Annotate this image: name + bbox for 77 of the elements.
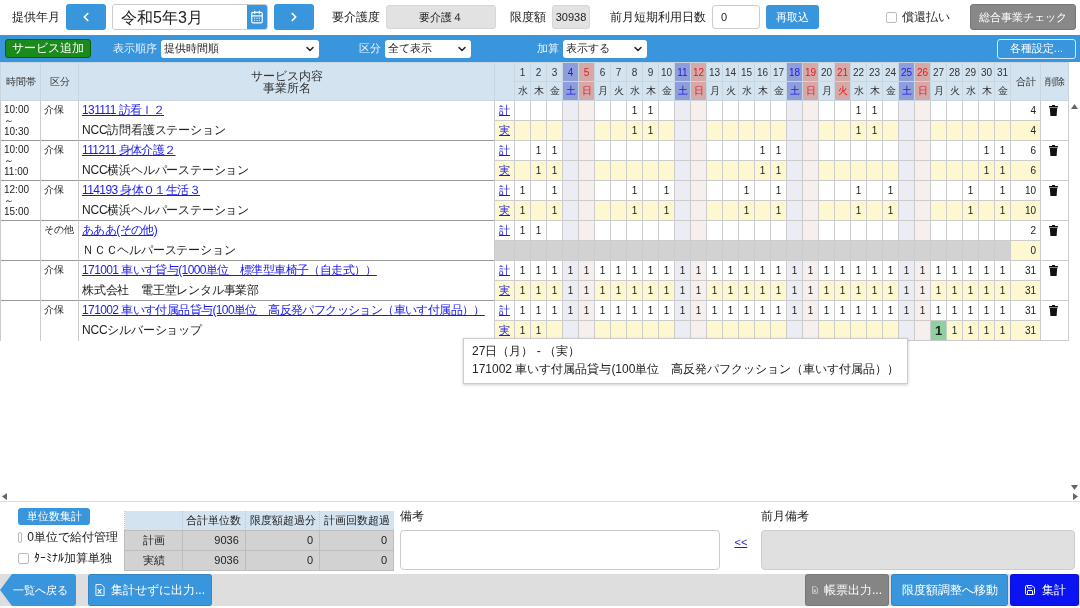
sort-select[interactable]: 提供時間順 <box>161 39 319 58</box>
category-cell: 介保 <box>40 260 79 301</box>
checkbox-label: 償還払い <box>902 8 950 26</box>
column-header: 計画回数超過 <box>319 511 394 530</box>
trash-icon[interactable] <box>1049 105 1058 116</box>
select-label: 区分 <box>359 41 381 56</box>
column-header: 区分 <box>40 62 79 101</box>
days-input[interactable]: 0 <box>712 5 760 29</box>
care-level-field: 要介護４ <box>386 5 496 29</box>
row-header: 計画 <box>124 530 183 550</box>
notes-field[interactable] <box>400 530 721 570</box>
time-range: 12:00 ～ 15:00 <box>0 180 41 221</box>
trash-icon[interactable] <box>1049 225 1058 236</box>
previous-month-button[interactable] <box>66 4 106 30</box>
office-name: NCCシルバーショップ <box>82 323 202 337</box>
column-header: サービス内容 事業所名 <box>78 62 495 101</box>
aggregate-button[interactable]: 集計 <box>1010 574 1079 606</box>
time-range: 10:00 ～ 10:30 <box>0 100 41 141</box>
save-icon <box>1023 584 1036 596</box>
office-name: 株式会社 電王堂レンタル事業部 <box>82 282 259 297</box>
office-name: NCC横浜ヘルパーステーション <box>82 202 249 217</box>
tooltip-title: 27日（月） - （実） <box>472 343 581 360</box>
spreadsheet-icon <box>95 583 105 597</box>
notes-label: 前月備考 <box>761 508 811 525</box>
office-name: ＮＣＣヘルパーステーション <box>82 242 236 257</box>
trash-icon[interactable] <box>1049 305 1058 316</box>
calendar-icon[interactable] <box>250 10 264 24</box>
field-label: 限度額 <box>510 8 546 26</box>
add-service-button[interactable]: サービス追加 <box>5 39 91 58</box>
column-header: 限度額超過分 <box>245 511 320 530</box>
field-label: 提供年月 <box>12 8 60 26</box>
scroll-down-icon[interactable] <box>1071 485 1078 490</box>
service-link[interactable]: あああ(その他) <box>82 223 158 238</box>
next-month-button[interactable] <box>274 4 314 30</box>
checkbox[interactable] <box>886 11 897 23</box>
tooltip-text: 171002 車いす付属品貸与(100単位 高反発パフクッション（車いす付属品）） <box>472 361 899 378</box>
column-header: 時間帯 <box>0 62 41 101</box>
field-label: 要介護度 <box>332 8 380 26</box>
column-header: 合計単位数 <box>182 511 246 530</box>
row-header: 実績 <box>124 550 183 570</box>
category-cell: 介保 <box>40 180 79 221</box>
field-label: 前月短期利用日数 <box>610 8 706 26</box>
checkbox[interactable] <box>18 553 29 564</box>
checkbox-label: 0単位で給付管理 <box>27 529 118 546</box>
scroll-right-icon[interactable] <box>1073 493 1078 500</box>
table-cell: 9036 <box>182 530 246 550</box>
select-label: 表示順序 <box>113 41 157 56</box>
column-header: 合計 <box>1010 62 1041 101</box>
category-cell: 介保 <box>40 300 79 341</box>
notes-label: 備考 <box>400 508 425 525</box>
check-button[interactable]: 総合事業チェック <box>970 4 1076 30</box>
trash-icon[interactable] <box>1049 185 1058 196</box>
checkbox-label: ﾀｰﾐﾅﾙ加算単独 <box>34 550 112 567</box>
addition-select[interactable]: 表示する <box>563 39 647 58</box>
select-label: 加算 <box>537 41 559 56</box>
trash-icon[interactable] <box>1049 265 1058 276</box>
office-name: NCC訪問看護ステーション <box>82 122 226 137</box>
horizontal-scrollbar[interactable] <box>0 492 1080 502</box>
copy-link[interactable]: << <box>734 536 748 548</box>
report-button[interactable]: 帳票出力... <box>805 574 889 606</box>
checkbox[interactable] <box>18 532 23 543</box>
category-cell: 介保 <box>40 140 79 181</box>
office-name: NCC横浜ヘルパーステーション <box>82 162 249 177</box>
time-range: 10:00 ～ 11:00 <box>0 140 41 181</box>
scroll-up-icon[interactable] <box>1071 104 1078 109</box>
table-cell: 0 <box>319 530 394 550</box>
service-link[interactable]: 131111 訪看Ｉ２ <box>82 103 165 118</box>
limit-field: 30938 <box>552 5 590 29</box>
table-cell: 0 <box>245 530 320 550</box>
service-link[interactable]: 111211 身体介護２ <box>82 143 176 158</box>
trash-icon[interactable] <box>1049 145 1058 156</box>
spreadsheet-icon <box>812 583 818 597</box>
category-cell: その他 <box>40 220 79 261</box>
category-select[interactable]: 全て表示 <box>385 39 471 58</box>
column-header: 削除 <box>1040 62 1069 101</box>
scroll-left-icon[interactable] <box>2 493 7 500</box>
month-field[interactable]: 令和5年3月 <box>112 4 268 30</box>
